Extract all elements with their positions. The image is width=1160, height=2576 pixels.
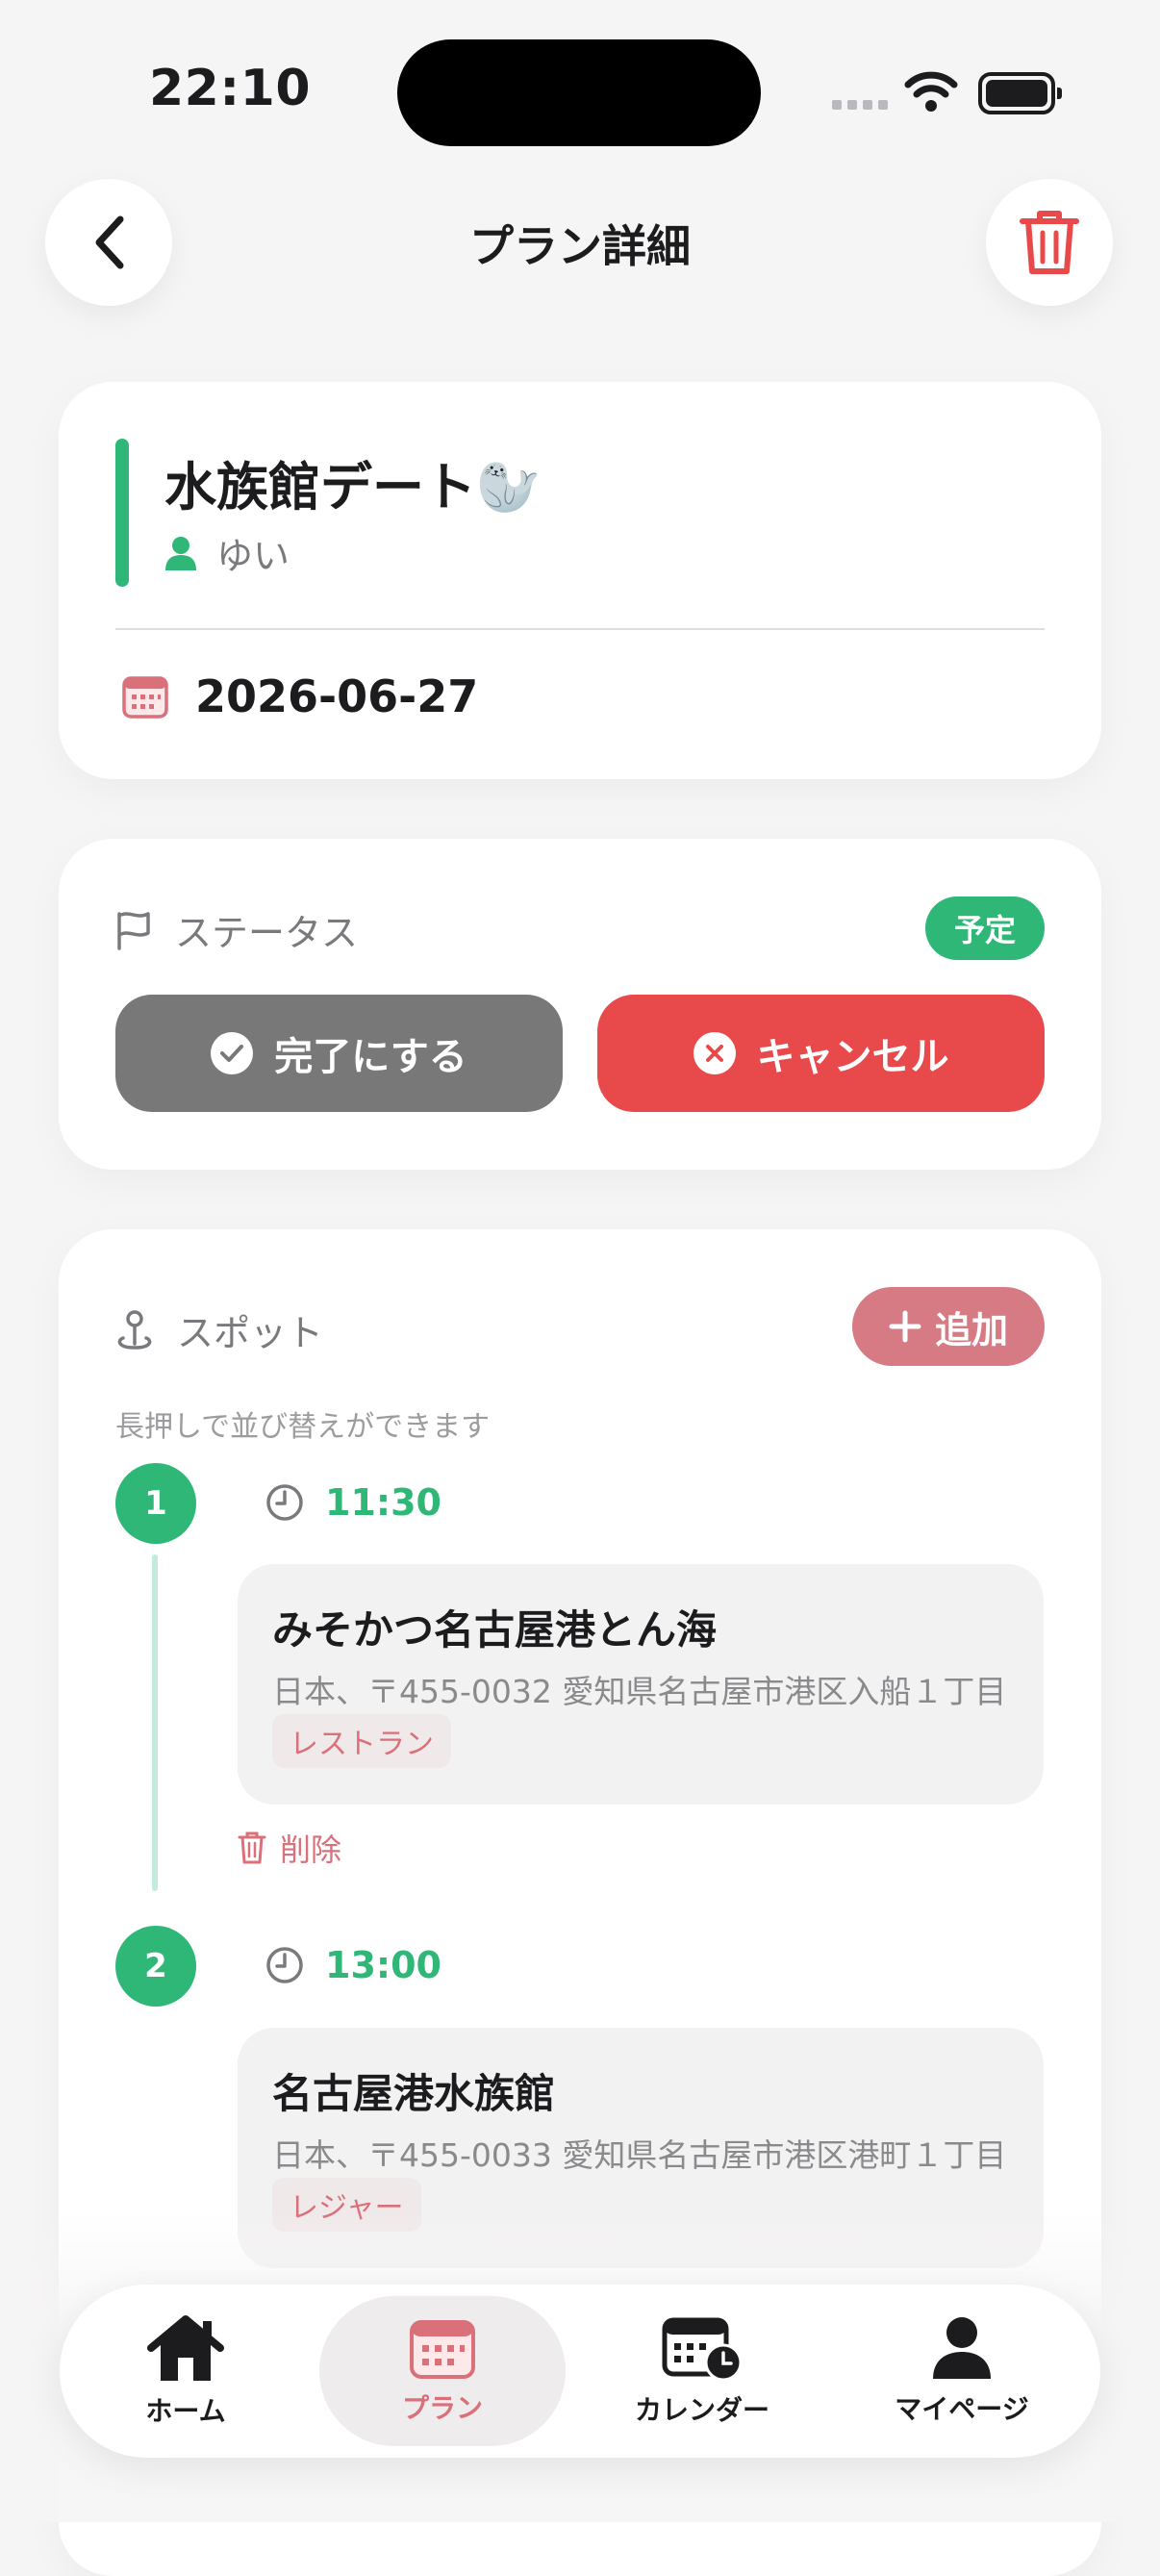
- trash-icon: [1020, 211, 1079, 274]
- tab-bar: ホーム プラン カレンダー マイページ: [60, 2285, 1100, 2458]
- calendar-clock-icon: [662, 2317, 743, 2382]
- tab-mypage-label: マイページ: [895, 2393, 1029, 2425]
- status-label: ステータス: [115, 903, 358, 956]
- battery-icon: [978, 72, 1062, 114]
- x-circle-icon: [693, 1032, 736, 1074]
- calendar-icon: [410, 2320, 475, 2379]
- dynamic-island: [397, 39, 761, 146]
- trash-icon: [238, 1831, 266, 1864]
- status-label-text: ステータス: [175, 912, 359, 954]
- delete-spot-label: 削除: [280, 1831, 342, 1868]
- plan-title: 水族館デート🦭: [164, 457, 542, 518]
- wifi-icon: [904, 71, 958, 115]
- clock-icon: [266, 1947, 303, 1983]
- flag-icon: [117, 911, 150, 950]
- plan-date: 2026-06-27: [122, 670, 478, 722]
- plan-card: 水族館デート🦭 ゆい 2026-06-27: [59, 382, 1101, 779]
- complete-button[interactable]: 完了にする: [115, 995, 563, 1112]
- pin-icon: [117, 1309, 152, 1350]
- spot-address: 日本、〒455-0032 愛知県名古屋市港区入船１丁目: [272, 1673, 1007, 1710]
- home-icon: [147, 2315, 224, 2381]
- spots-label: スポット: [115, 1303, 323, 1356]
- plan-person: ゆい: [164, 526, 290, 579]
- status-badge: 予定: [924, 897, 1045, 960]
- status-time: 22:10: [149, 60, 312, 117]
- clock-icon: [266, 1484, 303, 1521]
- cellular-signal-icon: [832, 100, 888, 110]
- cancel-button-label: キャンセル: [756, 1035, 949, 1079]
- spots-label-text: スポット: [177, 1312, 324, 1354]
- tab-plan[interactable]: プラン: [319, 2296, 566, 2446]
- tab-mypage[interactable]: マイページ: [839, 2296, 1085, 2446]
- check-circle-icon: [211, 1032, 254, 1074]
- status-card: ステータス 予定 完了にする キャンセル: [59, 839, 1101, 1170]
- tab-calendar[interactable]: カレンダー: [579, 2296, 825, 2446]
- delete-plan-button[interactable]: [986, 179, 1113, 306]
- spot-category-tag: レストラン: [272, 1714, 451, 1768]
- tab-home-label: ホーム: [145, 2395, 226, 2427]
- calendar-icon: [122, 676, 168, 719]
- spot-name: みそかつ名古屋港とん海: [272, 1606, 718, 1654]
- person-icon: [933, 2317, 991, 2379]
- add-spot-label: 追加: [934, 1308, 1008, 1351]
- tab-calendar-label: カレンダー: [634, 2394, 769, 2426]
- timeline-line: [152, 1554, 158, 1891]
- spot-address: 日本、〒455-0033 愛知県名古屋市港区港町１丁目: [272, 2136, 1007, 2174]
- complete-button-label: 完了にする: [274, 1035, 467, 1079]
- spot-time-text: 13:00: [325, 1944, 441, 1986]
- plus-icon: [889, 1310, 921, 1343]
- tab-home[interactable]: ホーム: [63, 2296, 309, 2446]
- add-spot-button[interactable]: 追加: [852, 1287, 1045, 1366]
- date-text: 2026-06-27: [195, 670, 479, 722]
- cancel-button[interactable]: キャンセル: [597, 995, 1045, 1112]
- accent-bar: [115, 439, 129, 587]
- reorder-hint: 長押しで並び替えができます: [115, 1410, 491, 1444]
- spot-name: 名古屋港水族館: [272, 2070, 556, 2117]
- person-name: ゆい: [216, 535, 290, 577]
- tab-plan-label: プラン: [401, 2392, 483, 2424]
- spot-card[interactable]: みそかつ名古屋港とん海 日本、〒455-0032 愛知県名古屋市港区入船１丁目 …: [238, 1564, 1044, 1805]
- spot-number-badge: 2: [115, 1926, 196, 2007]
- spot-number-badge: 1: [115, 1463, 196, 1544]
- spot-time-text: 11:30: [325, 1481, 441, 1524]
- person-icon: [165, 536, 196, 570]
- spot-time: 11:30: [265, 1481, 441, 1524]
- delete-spot-button[interactable]: 削除: [238, 1826, 341, 1870]
- spot-time: 13:00: [265, 1944, 441, 1986]
- divider: [115, 628, 1045, 630]
